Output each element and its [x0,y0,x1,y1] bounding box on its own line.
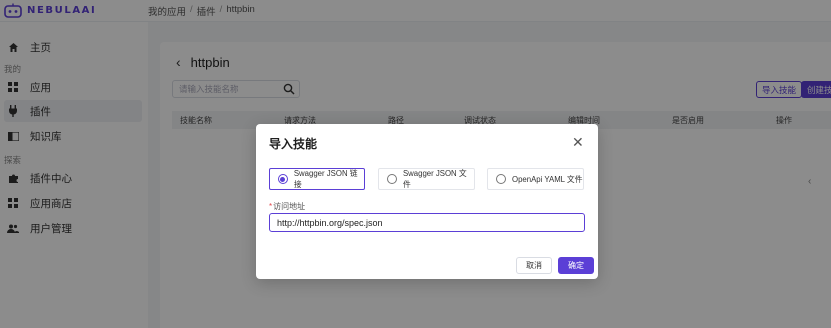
confirm-button[interactable]: 确定 [558,257,594,274]
option-openapi-yaml-file[interactable]: OpenApi YAML 文件 [487,168,584,190]
option-label: OpenApi YAML 文件 [512,174,583,184]
modal-title: 导入技能 [269,137,318,151]
radio-checked-icon [278,174,288,184]
url-field-label-text: 访问地址 [273,202,306,211]
url-input[interactable] [269,213,585,232]
option-swagger-json-link[interactable]: Swagger JSON 链接 [269,168,365,190]
url-field-label: *访问地址 [269,201,305,212]
close-icon[interactable]: ✕ [572,135,584,149]
option-label: Swagger JSON 链接 [293,169,358,189]
radio-unchecked-icon [496,174,506,184]
required-mark: * [269,202,273,211]
option-swagger-json-file[interactable]: Swagger JSON 文件 [378,168,475,190]
cancel-button[interactable]: 取消 [516,257,552,274]
option-label: Swagger JSON 文件 [402,169,467,189]
import-skill-modal: 导入技能 ✕ Swagger JSON 链接 Swagger JSON 文件 O… [256,124,598,279]
radio-unchecked-icon [387,174,397,184]
